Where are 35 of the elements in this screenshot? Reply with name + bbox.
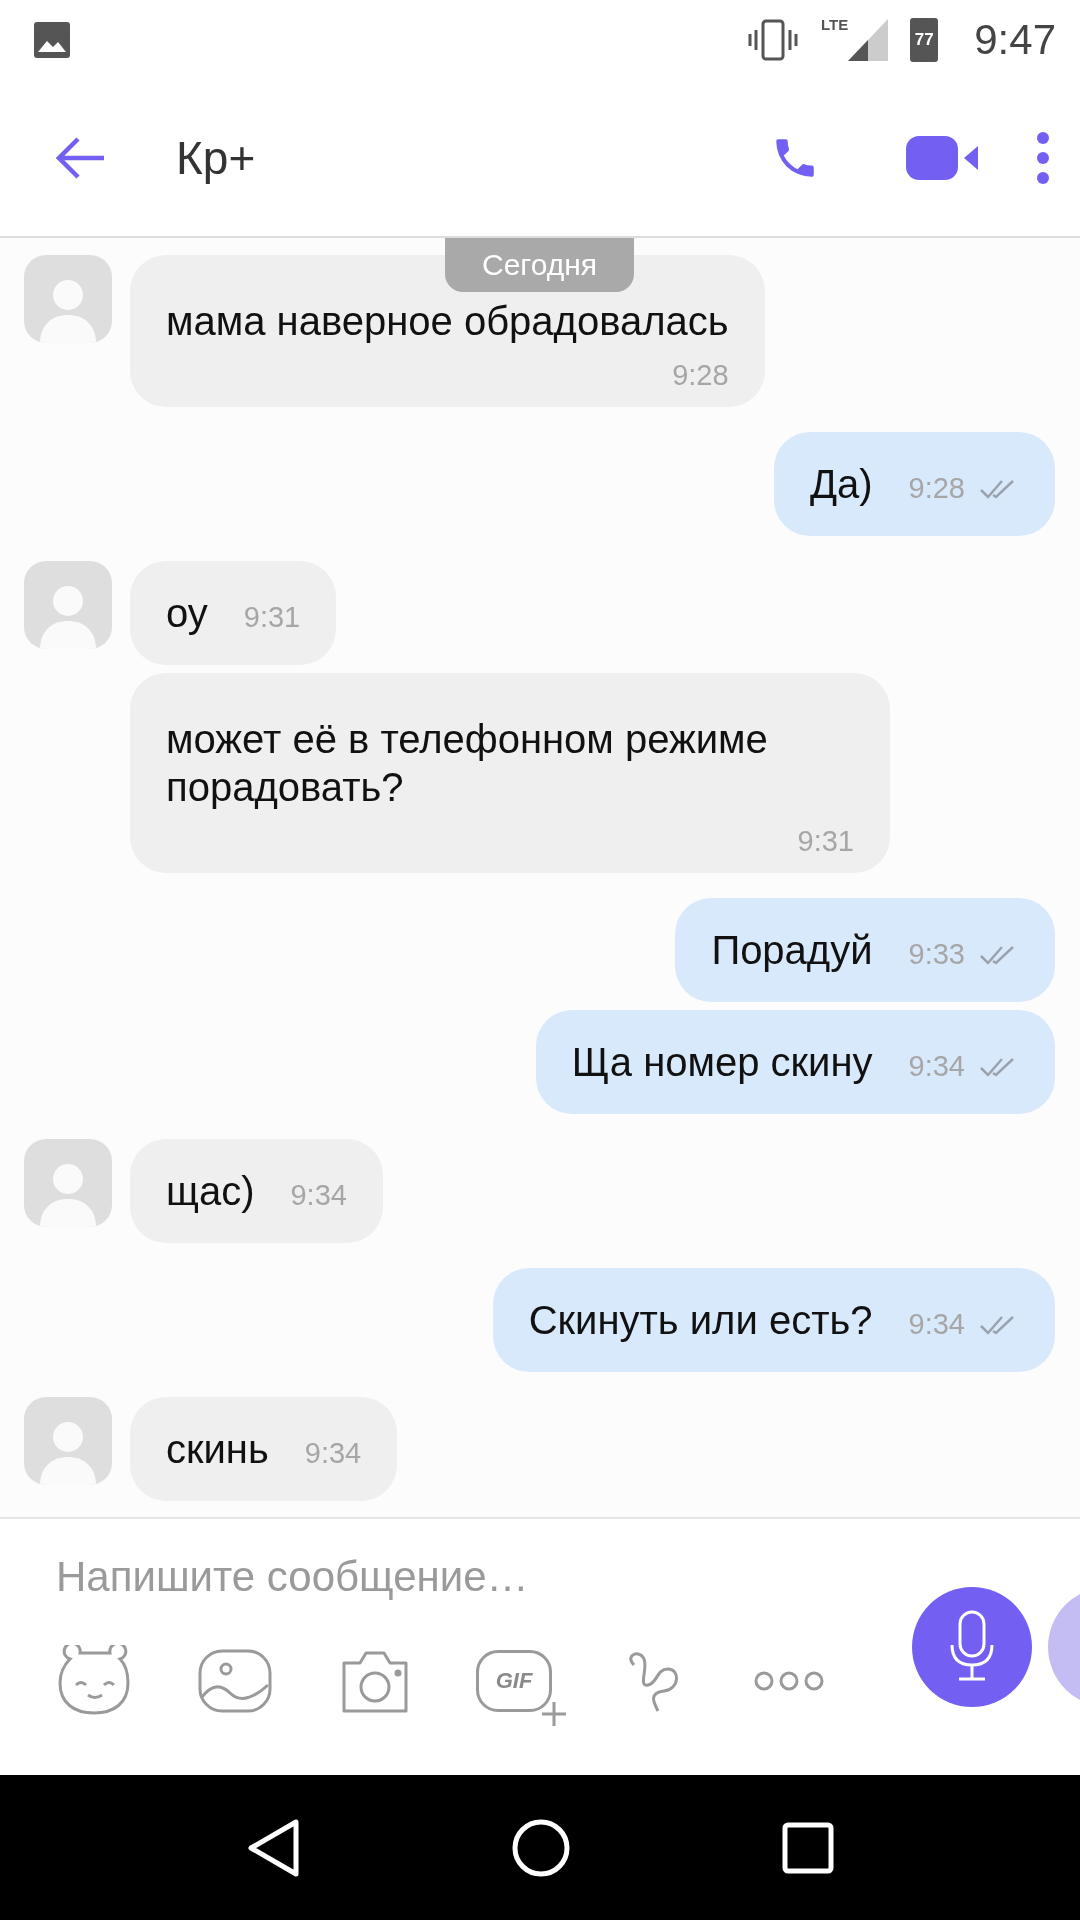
chat-title: Кр+ [176, 131, 256, 185]
signal-icon [848, 19, 889, 61]
message-text: скинь [166, 1426, 269, 1473]
message-text: мама наверное обрадовалась [166, 298, 729, 345]
nav-back-button[interactable] [245, 1817, 300, 1878]
message-time: 9:31 [797, 825, 854, 858]
message-time: 9:33 [908, 938, 965, 971]
back-button[interactable] [56, 136, 106, 180]
message-time: 9:31 [243, 601, 301, 634]
message-time: 9:34 [908, 1050, 965, 1083]
nav-home-button[interactable] [511, 1817, 571, 1878]
message-input[interactable]: Напишите сообщение… [56, 1553, 756, 1601]
message-time: 9:28 [908, 472, 965, 505]
message-text: Порадуй [711, 927, 873, 974]
message-time: 9:34 [290, 1179, 347, 1212]
plus-icon [540, 1700, 568, 1728]
message-text: Да) [809, 461, 873, 508]
status-time: 9:47 [974, 16, 1056, 64]
message-text: может её в телефонном режиме порадовать? [166, 716, 769, 811]
message-text: оу [166, 590, 208, 637]
video-call-button[interactable] [906, 134, 980, 182]
more-options-button[interactable] [1036, 131, 1050, 185]
message-text: Ща номер скину [571, 1039, 873, 1086]
network-type-label: LTE [821, 15, 849, 33]
message-text: Скинуть или есть? [528, 1297, 873, 1344]
message-time: 9:34 [908, 1308, 965, 1341]
gif-button[interactable]: GIF [476, 1650, 552, 1712]
message-text: щас) [166, 1168, 255, 1215]
vibrate-icon [747, 18, 800, 62]
message-time: 9:28 [672, 359, 729, 392]
message-time: 9:34 [304, 1437, 362, 1470]
nav-recents-button[interactable] [782, 1821, 835, 1874]
gallery-icon [34, 22, 70, 58]
battery-icon: 77 [910, 18, 939, 62]
more-button[interactable] [754, 1669, 824, 1693]
